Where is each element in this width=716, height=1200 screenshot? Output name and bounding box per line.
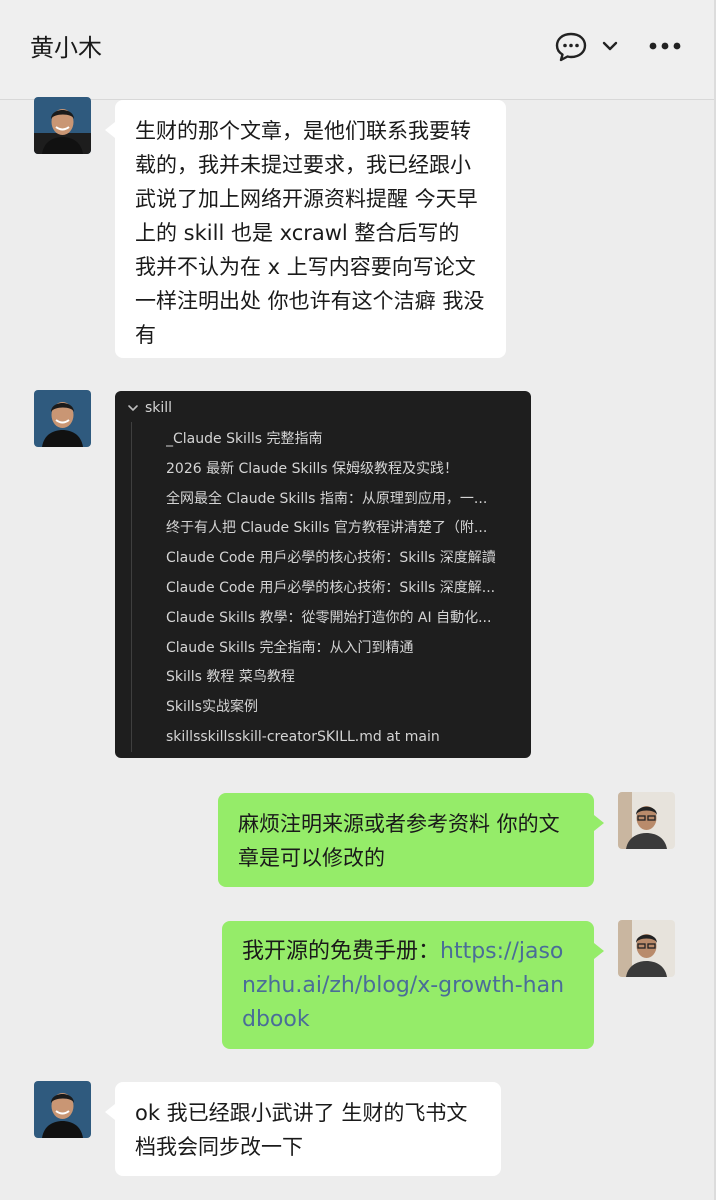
- chat-title: 黄小木: [30, 34, 102, 62]
- file-item: Claude Code 用戶必學的核心技術：Skills 深度解...: [166, 579, 496, 596]
- message-text: 生财的那个文章，是他们联系我要转载的，我并未提过要求，我已经跟小武说了加上网络开…: [135, 119, 485, 347]
- message-bubble: ok 我已经跟小武讲了 生财的飞书文档我会同步改一下: [105, 1082, 501, 1176]
- message-bubble: 我开源的免费手册：https://jasonzhu.ai/zh/blog/x-g…: [222, 921, 604, 1049]
- more-dots-icon[interactable]: [648, 38, 682, 54]
- chat-header: 黄小木: [0, 0, 716, 100]
- chat-bubble-icon[interactable]: [554, 31, 588, 63]
- message-bubble: 生财的那个文章，是他们联系我要转载的，我并未提过要求，我已经跟小武说了加上网络开…: [105, 100, 506, 358]
- folder-file-list: _Claude Skills 完整指南 2026 最新 Claude Skill…: [166, 425, 506, 753]
- file-item: Claude Skills 教學：從零開始打造你的 AI 自動化...: [166, 609, 492, 626]
- message-text: 我开源的免费手册：: [242, 939, 441, 964]
- avatar[interactable]: [34, 1081, 91, 1138]
- avatar[interactable]: [618, 920, 675, 977]
- file-item: 全网最全 Claude Skills 指南：从原理到应用，一...: [166, 490, 488, 507]
- message-bubble: 麻烦注明来源或者参考资料 你的文章是可以修改的: [218, 793, 604, 887]
- file-item: Skills实战案例: [166, 699, 258, 716]
- file-item: skillsskillsskill-creatorSKILL.md at mai…: [166, 728, 440, 745]
- file-item: 2026 最新 Claude Skills 保姆级教程及实践！: [166, 460, 459, 477]
- file-item: Claude Skills 完全指南：从入门到精通: [166, 639, 414, 656]
- avatar[interactable]: [618, 792, 675, 849]
- avatar[interactable]: [34, 390, 91, 447]
- message-text: 麻烦注明来源或者参考资料 你的文章是可以修改的: [238, 812, 560, 870]
- tree-guide-line: [131, 422, 132, 752]
- folder-screenshot[interactable]: skill _Claude Skills 完整指南 2026 最新 Claude…: [115, 391, 531, 758]
- chevron-down-icon[interactable]: [602, 39, 618, 53]
- file-item: Skills 教程 菜鸟教程: [166, 669, 295, 686]
- chevron-down-icon: [128, 405, 138, 412]
- file-item: Claude Code 用戶必學的核心技術：Skills 深度解讀: [166, 550, 496, 567]
- file-item: 终于有人把 Claude Skills 官方教程讲清楚了（附...: [166, 520, 488, 537]
- folder-header: skill: [127, 397, 172, 419]
- message-text: ok 我已经跟小武讲了 生财的飞书文档我会同步改一下: [135, 1101, 468, 1159]
- file-item: _Claude Skills 完整指南: [166, 431, 323, 447]
- folder-name: skill: [145, 400, 173, 416]
- avatar[interactable]: [34, 97, 91, 154]
